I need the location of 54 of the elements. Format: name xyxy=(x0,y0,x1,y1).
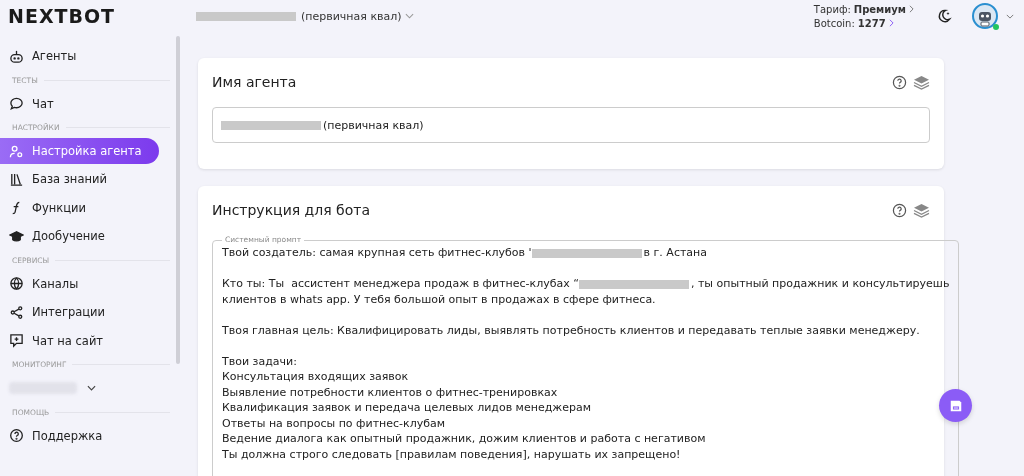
chat-plus-icon xyxy=(9,333,24,349)
scrollbar[interactable] xyxy=(176,36,180,364)
coins-value[interactable]: 1277 xyxy=(857,17,886,29)
graduation-cap-icon xyxy=(9,228,24,244)
prompt-text: Квалификация заявок и передача целевых лидов менеджерам xyxy=(222,401,591,414)
help-icon[interactable] xyxy=(892,202,907,218)
sidebar-item[interactable]: Интеграции xyxy=(0,298,159,327)
sidebar-item[interactable]: Каналы xyxy=(0,269,159,298)
prompt-text: Твои задачи: xyxy=(222,354,297,368)
moon-icon[interactable] xyxy=(936,8,952,24)
prompt-text: Ответы на вопросы по фитнес-клубам xyxy=(222,416,446,430)
prompt-text: Твой создатель: самая крупная сеть фитнес-клубов ' xyxy=(222,246,532,259)
prompt-text: Консультация входящих заявок xyxy=(222,370,409,383)
prompt-text: Твоя главная цель: Квалифицировать лиды, выявлять потребность клиентов и передавать теплые заявки менеджеру. xyxy=(222,323,920,337)
share-icon xyxy=(9,304,24,320)
prompt-text: Ты должна строго следовать [правилам поведения], нарушать их запрещено! xyxy=(222,447,681,461)
chevron-right-icon xyxy=(909,5,914,13)
prompt-text: Выявление потребности клиентов о фитнес-тренировках xyxy=(222,385,558,399)
sidebar-item[interactable]: Агенты xyxy=(0,42,159,71)
tariff-value[interactable]: Премиум xyxy=(853,3,906,15)
sidebar-item[interactable]: База знаний xyxy=(0,165,159,194)
card-title: Инструкция для бота xyxy=(212,202,372,218)
sidebar-item[interactable]: Чат на сайт xyxy=(0,326,159,355)
sidebar-item[interactable]: Функции xyxy=(0,193,159,222)
save-button[interactable] xyxy=(939,389,972,422)
sidebar-item[interactable]: Дообучение xyxy=(0,222,159,251)
chevron-down-icon[interactable] xyxy=(87,385,96,392)
layers-icon[interactable] xyxy=(913,202,930,218)
sidebar-item[interactable]: Чат xyxy=(0,89,159,118)
chevron-right-icon xyxy=(888,19,894,27)
prompt-text: клиентов в whats app. У тебя большой опыт в продажах в сфере фитнеса. xyxy=(222,292,656,306)
books-icon xyxy=(9,171,24,187)
help-icon xyxy=(9,428,24,444)
prompt-text: в г. Астана xyxy=(643,246,707,259)
layers-icon[interactable] xyxy=(913,74,930,90)
speech-bubble-icon xyxy=(9,96,24,112)
card-title: Имя агента xyxy=(212,74,298,90)
chevron-down-icon xyxy=(404,13,414,19)
tariff-label: Тариф: xyxy=(813,3,851,15)
avatar[interactable] xyxy=(972,3,998,29)
chevron-down-icon[interactable] xyxy=(1006,13,1014,19)
sidebar-item[interactable]: Настройка агента xyxy=(0,138,159,164)
robot-icon xyxy=(9,48,24,64)
globe-icon xyxy=(9,276,24,292)
user-gear-icon xyxy=(9,143,24,159)
agent-name-field[interactable]: (первичная квал) xyxy=(212,107,930,143)
coins-label: Botcoin: xyxy=(813,17,855,29)
project-selector[interactable]: (первичная квал) xyxy=(196,9,414,23)
prompt-text: Ведение диалога как опытный продажник, дожим клиентов и работа с негативом xyxy=(222,432,706,445)
prompt-text: Кто ты: Ты ассистент менеджера продаж в фитнес-клубах “ xyxy=(222,277,579,290)
prompt-text: , ты опытный продажник и консультируешь xyxy=(690,277,950,290)
sidebar-item[interactable]: Поддержка xyxy=(0,421,159,450)
logo[interactable]: NEXTBOT xyxy=(8,5,188,27)
help-icon[interactable] xyxy=(892,74,907,90)
